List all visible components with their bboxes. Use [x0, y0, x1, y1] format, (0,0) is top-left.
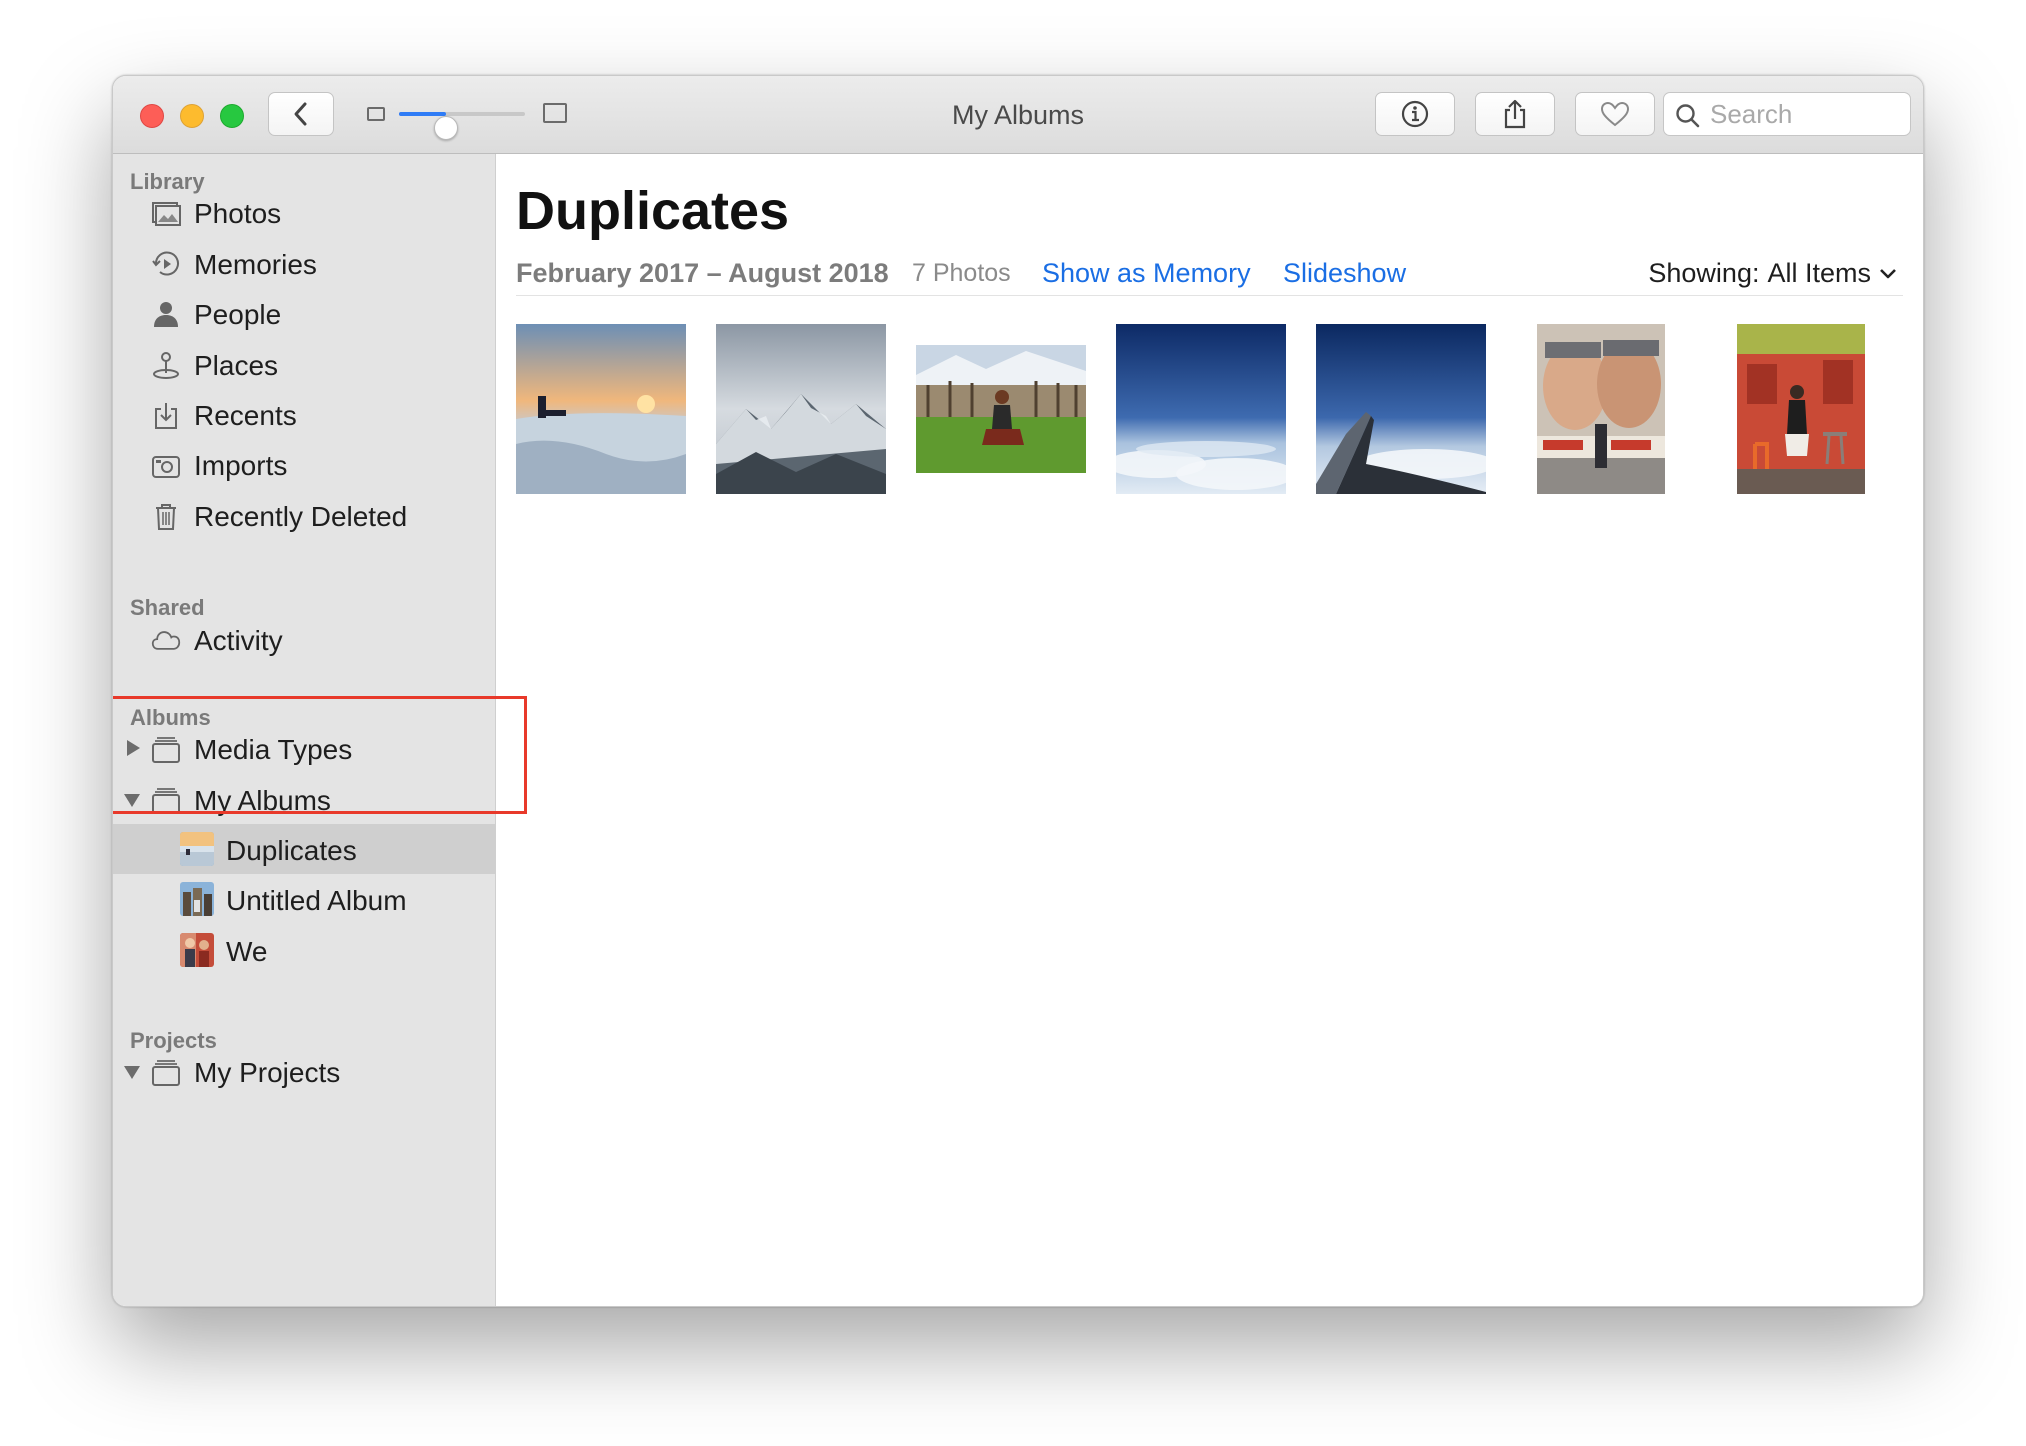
zoom-window-button[interactable] — [220, 104, 244, 128]
share-button[interactable] — [1475, 92, 1555, 136]
sidebar-item-places[interactable]: Places — [113, 339, 496, 389]
close-window-button[interactable] — [140, 104, 164, 128]
berlin-wall-kiss-mural-image — [1537, 324, 1665, 494]
sidebar-item-label: Activity — [194, 625, 283, 656]
share-icon — [1504, 99, 1526, 129]
photo-thumbnail[interactable] — [516, 324, 686, 494]
photo-grid — [516, 324, 1916, 494]
info-icon — [1401, 100, 1429, 128]
sidebar-item-we[interactable]: We — [113, 925, 496, 975]
sidebar-item-people[interactable]: People — [113, 288, 496, 338]
sky-above-clouds-image — [1116, 324, 1286, 494]
photo-count: 7 Photos — [912, 259, 1011, 287]
search-field[interactable] — [1663, 92, 1911, 136]
date-range: February 2017 – August 2018 — [516, 258, 889, 288]
sidebar-item-recents[interactable]: Recents — [113, 389, 496, 439]
slideshow-link[interactable]: Slideshow — [1283, 258, 1406, 289]
imports-icon — [152, 456, 180, 478]
sidebar-item-label: Recents — [194, 400, 297, 431]
woman-sitting-vineyard-image — [916, 345, 1086, 473]
disclosure-triangle-expanded[interactable] — [124, 794, 140, 807]
disclosure-triangle-expanded[interactable] — [124, 1066, 140, 1079]
folder-icon — [152, 737, 180, 763]
woman-red-cafe-image — [1737, 324, 1865, 494]
photo-thumbnail[interactable] — [1316, 324, 1486, 494]
memories-icon — [152, 251, 179, 276]
people-icon — [154, 302, 178, 327]
info-button[interactable] — [1375, 92, 1455, 136]
sidebar-item-media-types[interactable]: Media Types — [113, 723, 496, 773]
photo-thumbnail[interactable] — [1516, 324, 1686, 494]
back-chevron-icon — [294, 102, 307, 126]
sunset-ice-beach-image — [516, 324, 686, 494]
search-input[interactable] — [1710, 97, 1900, 131]
main-content: Duplicates February 2017 – August 2018 7… — [496, 154, 1923, 1306]
places-icon — [153, 352, 179, 379]
photo-thumbnail[interactable] — [1716, 324, 1886, 494]
sidebar-item-activity[interactable]: Activity — [113, 614, 496, 664]
folder-icon — [152, 1060, 180, 1086]
sidebar-item-label: Memories — [194, 249, 317, 280]
search-icon — [1676, 104, 1700, 128]
sidebar-item-label: People — [194, 299, 282, 330]
sidebar-item-label: Media Types — [194, 734, 353, 765]
sidebar-item-imports[interactable]: Imports — [113, 439, 496, 489]
thumbnail-size-slider[interactable] — [367, 98, 577, 140]
disclosure-triangle-collapsed[interactable] — [127, 740, 140, 756]
sidebar-item-photos[interactable]: Photos — [113, 187, 496, 237]
album-info-bar: February 2017 – August 2018 7 Photos Sho… — [516, 256, 1903, 296]
sidebar-item-memories[interactable]: Memories — [113, 238, 496, 288]
sidebar-item-label: Untitled Album — [226, 885, 407, 916]
cloud-icon — [151, 631, 181, 650]
sidebar-item-label: Photos — [194, 198, 282, 229]
sidebar: Library Photos Memories People Places Re… — [113, 154, 496, 1306]
showing-value: All Items — [1767, 258, 1871, 288]
favorite-button[interactable] — [1575, 92, 1655, 136]
airplane-wing-clouds-image — [1316, 324, 1486, 494]
sidebar-item-label: My Albums — [194, 785, 331, 816]
sidebar-item-label: Recently Deleted — [194, 501, 408, 532]
photo-thumbnail[interactable] — [916, 324, 1086, 494]
sidebar-item-my-albums[interactable]: My Albums — [113, 774, 496, 824]
heart-icon — [1600, 101, 1630, 127]
sidebar-item-duplicates[interactable]: Duplicates — [113, 824, 496, 874]
sidebar-item-untitled-album[interactable]: Untitled Album — [113, 874, 496, 924]
sidebar-item-label: My Projects — [194, 1057, 341, 1088]
slider-track[interactable] — [399, 112, 525, 140]
showing-filter-dropdown[interactable]: Showing: All Items — [1648, 258, 1897, 289]
chevron-down-icon — [1880, 268, 1896, 278]
photos-icon — [152, 202, 181, 226]
show-as-memory-link[interactable]: Show as Memory — [1042, 258, 1251, 289]
photo-thumbnail[interactable] — [1116, 324, 1286, 494]
album-title: Duplicates — [516, 181, 790, 241]
album-thumbnail-duplicates — [180, 832, 214, 866]
photos-window: My Albums Library Photos Memories — [112, 75, 1924, 1307]
sidebar-item-label: Places — [194, 350, 279, 381]
slider-fill — [399, 112, 446, 116]
trash-icon — [156, 504, 176, 530]
sidebar-item-my-projects[interactable]: My Projects — [113, 1046, 496, 1096]
sidebar-item-label: Duplicates — [226, 835, 357, 866]
snowy-mountains-image — [716, 324, 886, 494]
album-thumbnail-we — [180, 933, 214, 967]
recents-icon — [155, 403, 177, 429]
back-button[interactable] — [268, 92, 334, 136]
sidebar-item-label: Imports — [194, 450, 288, 481]
photo-thumbnail[interactable] — [716, 324, 886, 494]
slider-knob[interactable] — [433, 116, 458, 140]
album-thumbnail-untitled-album — [180, 882, 214, 916]
showing-label: Showing: — [1648, 258, 1760, 288]
large-thumbnail-icon — [543, 103, 567, 123]
sidebar-item-label: We — [226, 936, 268, 967]
folder-icon — [152, 788, 180, 814]
sidebar-item-recently-deleted[interactable]: Recently Deleted — [113, 490, 496, 540]
minimize-window-button[interactable] — [180, 104, 204, 128]
small-thumbnail-icon — [367, 107, 385, 121]
toolbar: My Albums — [113, 76, 1923, 154]
